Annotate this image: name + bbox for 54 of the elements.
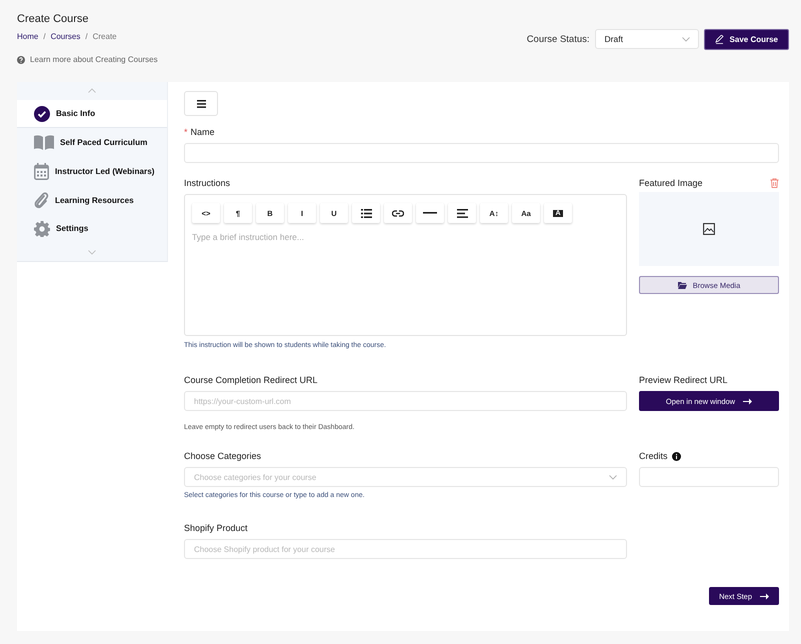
horizontal-rule-button[interactable] [416, 203, 444, 223]
categories-label: Choose Categories [184, 451, 262, 461]
breadcrumb-separator: / [85, 32, 88, 41]
status-select[interactable]: Draft [594, 29, 699, 49]
chevron-down-icon [609, 474, 617, 480]
shopify-label: Shopify Product [184, 523, 249, 533]
featured-image-label: Featured Image [639, 178, 703, 188]
chevron-down-icon[interactable] [88, 250, 96, 255]
menu-icon [196, 100, 206, 108]
preview-label: Preview Redirect URL [639, 375, 729, 385]
credits-field[interactable] [639, 467, 779, 487]
shopify-product-field[interactable]: Choose Shopify product for your course [184, 539, 627, 559]
status-label: Course Status: [526, 34, 590, 44]
list-icon [360, 208, 372, 218]
redirect-url-field[interactable]: https://your-custom-url.com [184, 391, 627, 411]
check-circle-icon [34, 106, 50, 122]
help-link[interactable]: Learn more about Creating Courses [30, 55, 158, 64]
align-left-icon [456, 208, 468, 218]
book-icon [34, 135, 54, 150]
link-button[interactable] [384, 203, 412, 223]
breadcrumb-link[interactable]: Courses [50, 32, 80, 41]
paperclip-icon [34, 192, 49, 209]
name-label: * Name [184, 127, 216, 137]
sidebar-item[interactable]: Basic Info [17, 100, 167, 128]
credits-label: Credits [639, 451, 668, 461]
arrow-right-icon [743, 398, 752, 404]
breadcrumb-current: Create [92, 32, 117, 41]
horizontal-line-icon [423, 212, 437, 214]
name-field[interactable] [184, 143, 779, 163]
image-icon [703, 223, 715, 235]
instructions-label: Instructions [184, 178, 232, 188]
align-button[interactable] [448, 203, 476, 223]
pencil-icon [714, 34, 724, 44]
arrow-right-icon [760, 592, 769, 600]
help-icon [17, 56, 25, 64]
sidebar-item[interactable]: Learning Resources [17, 186, 167, 215]
breadcrumb-separator: / [43, 32, 46, 41]
chevron-up-icon[interactable] [88, 88, 96, 94]
save-button[interactable]: Save Course [704, 28, 789, 50]
sidebar-item[interactable]: Settings [17, 214, 167, 244]
chevron-down-icon [682, 36, 690, 42]
list-button[interactable] [352, 203, 380, 223]
menu-button[interactable] [184, 91, 218, 116]
trash-icon[interactable] [770, 178, 779, 188]
sidebar-item[interactable]: Self Paced Curriculum [17, 128, 167, 158]
gear-icon [34, 220, 50, 237]
breadcrumb-link[interactable]: Home [17, 32, 38, 41]
redirect-label: Course Completion Redirect URL [184, 375, 319, 385]
page-title: Create Course [17, 13, 90, 25]
sidebar-item[interactable]: Instructor Led (Webinars) [17, 157, 167, 186]
info-icon [672, 452, 681, 460]
link-icon [392, 210, 404, 216]
folder-icon [678, 282, 687, 288]
calendar-icon [34, 163, 49, 180]
